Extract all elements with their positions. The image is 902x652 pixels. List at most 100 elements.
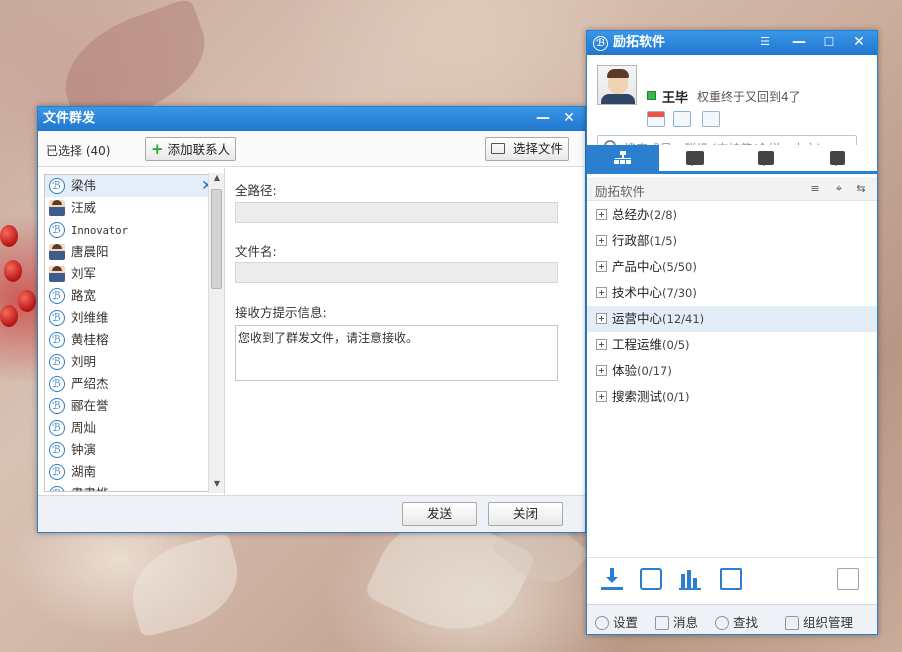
expand-icon[interactable]	[596, 313, 607, 324]
expand-icon[interactable]	[596, 391, 607, 402]
contact-item[interactable]: 黄桂榕	[45, 329, 223, 351]
close-window-button[interactable]: ✕	[847, 31, 871, 55]
contact-list[interactable]: 梁伟✕ 汪威 Innovator 唐晨阳刘军路宽刘维维黄桂榕刘明严绍杰郦在誉周灿钟演湖…	[44, 174, 224, 492]
send-button[interactable]: 发送	[402, 502, 477, 526]
org-manage-button[interactable]: 组织管理	[785, 612, 853, 631]
messages-button[interactable]: 消息	[655, 612, 698, 631]
contact-name: 汪威	[71, 200, 97, 215]
expand-icon[interactable]	[596, 209, 607, 220]
contact-name: 黄桂榕	[71, 332, 109, 347]
department-node[interactable]: 行政部(1/5)	[587, 228, 877, 254]
expand-icon[interactable]	[596, 339, 607, 350]
app-grid-icon[interactable]	[837, 568, 859, 590]
maximize-button[interactable]: ☐	[817, 31, 841, 55]
user-avatar[interactable]	[597, 65, 637, 105]
broadcast-titlebar[interactable]: 文件群发 — ✕	[38, 107, 585, 131]
scroll-up-arrow[interactable]: ▲	[209, 173, 225, 187]
contact-item[interactable]: 梁伟✕	[45, 175, 223, 197]
contact-list-scrollbar[interactable]: ▲ ▼	[208, 173, 224, 493]
broadcast-toolbar: 已选择 (40) + 添加联系人 选择文件	[38, 131, 585, 167]
minimize-button[interactable]: —	[787, 31, 811, 55]
contact-item[interactable]: 钟演	[45, 439, 223, 461]
profile-card-icon[interactable]	[647, 111, 665, 127]
department-count: (0/17)	[637, 364, 672, 378]
mail-icon[interactable]	[673, 111, 691, 127]
contact-item[interactable]: 路宽	[45, 285, 223, 307]
app-logo-icon	[49, 373, 65, 395]
main-tabs	[587, 145, 877, 174]
clipboard-icon[interactable]	[720, 568, 742, 590]
expand-icon[interactable]	[596, 365, 607, 376]
expand-icon[interactable]	[596, 235, 607, 246]
minimize-button[interactable]: —	[531, 107, 555, 131]
department-node[interactable]: 体验(0/17)	[587, 358, 877, 384]
add-contact-button[interactable]: + 添加联系人	[145, 137, 237, 161]
expand-icon[interactable]	[596, 261, 607, 272]
download-icon[interactable]	[601, 568, 623, 590]
refresh-icon[interactable]: ⇆	[855, 183, 867, 194]
tab-organization[interactable]	[587, 145, 659, 171]
scrollbar-thumb[interactable]	[211, 189, 222, 289]
contact-item[interactable]: 刘明	[45, 351, 223, 373]
department-node[interactable]: 技术中心(7/30)	[587, 280, 877, 306]
contact-item[interactable]: 刘军	[45, 263, 223, 285]
list-view-icon[interactable]: ≡	[809, 183, 821, 194]
folder-icon	[491, 143, 505, 154]
group-header: 励拓软件 ≡ ⌖ ⇆	[587, 177, 877, 201]
archive-icon[interactable]	[640, 568, 662, 590]
contact-name: 周灿	[71, 420, 97, 435]
selected-count: 已选择 (40)	[46, 144, 111, 158]
contact-item[interactable]: 刘维维	[45, 307, 223, 329]
contact-item[interactable]: 湖南	[45, 461, 223, 483]
department-count: (5/50)	[662, 260, 697, 274]
client-main-window: 励拓软件 ☰ — ☐ ✕ 王毕 权重终于又回到4了 搜索成员、群组 (支持简/全…	[586, 30, 878, 635]
contact-item[interactable]: 唐晨阳	[45, 241, 223, 263]
contact-item[interactable]: 書書桦	[45, 483, 223, 491]
scroll-down-arrow[interactable]: ▼	[209, 479, 225, 493]
department-node[interactable]: 总经办(2/8)	[587, 202, 877, 228]
client-titlebar[interactable]: 励拓软件 ☰ — ☐ ✕	[587, 31, 877, 56]
close-window-button[interactable]: ✕	[557, 107, 581, 131]
tab-messages[interactable]	[731, 145, 803, 171]
app-logo-icon	[49, 483, 65, 491]
online-status-icon[interactable]	[647, 91, 656, 100]
panel-divider	[224, 168, 225, 497]
contact-item[interactable]: 周灿	[45, 417, 223, 439]
expand-icon[interactable]	[596, 287, 607, 298]
department-node[interactable]: 运营中心(12/41)	[587, 306, 877, 332]
client-title: 励拓软件	[613, 35, 666, 50]
department-count: (0/5)	[662, 338, 690, 352]
menu-icon[interactable]: ☰	[753, 31, 777, 55]
plus-icon: +	[151, 140, 164, 158]
receiver-hint-label: 接收方提示信息:	[235, 305, 327, 320]
contact-item[interactable]: Innovator	[45, 219, 223, 241]
contact-name: 唐晨阳	[71, 244, 109, 259]
department-node[interactable]: 搜索测试(0/1)	[587, 384, 877, 410]
org-manage-label: 组织管理	[803, 615, 854, 630]
contact-item[interactable]: 严绍杰	[45, 373, 223, 395]
contact-card-icon[interactable]	[702, 111, 720, 127]
receiver-hint-textarea[interactable]: 您收到了群发文件，请注意接收。	[235, 325, 558, 381]
select-file-button[interactable]: 选择文件	[485, 137, 569, 161]
find-button[interactable]: 查找	[715, 612, 758, 631]
department-count: (2/8)	[649, 208, 677, 222]
locate-icon[interactable]: ⌖	[833, 183, 845, 194]
tab-chat[interactable]	[659, 145, 731, 171]
background-berry	[18, 290, 36, 312]
contact-item[interactable]: 郦在誉	[45, 395, 223, 417]
tab-notices[interactable]	[803, 145, 875, 171]
close-button[interactable]: 关闭	[488, 502, 563, 526]
contact-item[interactable]: 汪威	[45, 197, 223, 219]
broadcast-title: 文件群发	[43, 111, 96, 126]
settings-button[interactable]: 设置	[595, 612, 638, 631]
department-name: 技术中心	[612, 285, 663, 300]
app-logo-icon	[49, 417, 65, 439]
bar-chart-icon[interactable]	[679, 568, 701, 590]
department-count: (1/5)	[649, 234, 677, 248]
department-name: 总经办	[612, 207, 650, 222]
user-signature[interactable]: 权重终于又回到4了	[697, 88, 801, 105]
full-path-label: 全路径:	[235, 183, 277, 198]
department-node[interactable]: 产品中心(5/50)	[587, 254, 877, 280]
department-node[interactable]: 工程运维(0/5)	[587, 332, 877, 358]
department-name: 体验	[612, 363, 638, 378]
